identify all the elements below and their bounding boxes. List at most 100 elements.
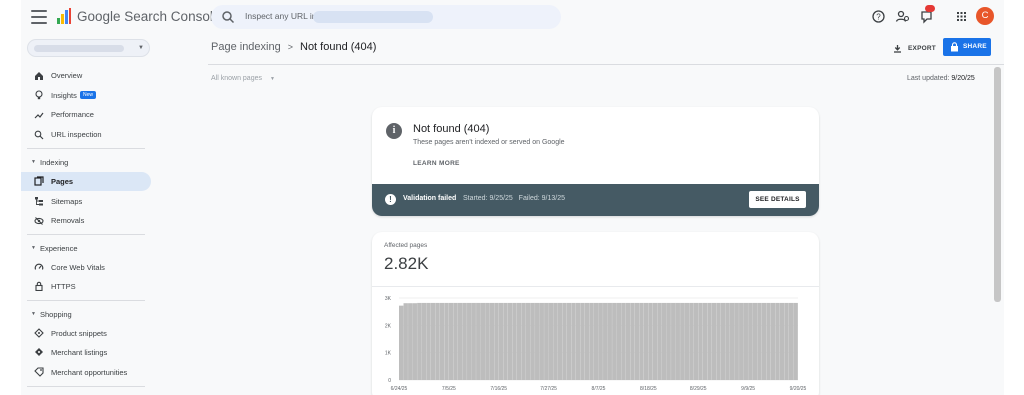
chart-bar[interactable]: [770, 302, 776, 380]
chart-bar[interactable]: [521, 302, 526, 380]
chart-bar[interactable]: [589, 302, 594, 380]
chart-bar[interactable]: [711, 302, 717, 380]
chart-bar[interactable]: [535, 302, 540, 380]
chart-bar[interactable]: [575, 302, 581, 380]
search-input[interactable]: Inspect any URL in: [245, 11, 317, 21]
chart-bar[interactable]: [421, 302, 427, 380]
sidebar-item-core-web-vitals[interactable]: Core Web Vitals: [21, 258, 151, 277]
chart-bar[interactable]: [625, 302, 631, 380]
chart-bar[interactable]: [430, 302, 436, 380]
chart-bar[interactable]: [489, 302, 495, 380]
chart-bar[interactable]: [675, 302, 680, 380]
chart-bar[interactable]: [671, 302, 676, 380]
chart-bar[interactable]: [453, 302, 458, 380]
chart-bar[interactable]: [598, 302, 603, 380]
chart-bar[interactable]: [698, 302, 703, 380]
chart-bar[interactable]: [412, 303, 417, 380]
chart-bar[interactable]: [399, 305, 404, 380]
chart-bar[interactable]: [748, 302, 753, 380]
chart-bar[interactable]: [525, 302, 531, 380]
chart-bar[interactable]: [716, 302, 721, 380]
sidebar-item-https[interactable]: HTTPS: [21, 277, 151, 296]
chart-bar[interactable]: [494, 302, 499, 380]
apps-grid-icon[interactable]: [954, 9, 969, 24]
chart-bar[interactable]: [417, 302, 422, 380]
chart-bar[interactable]: [680, 302, 685, 380]
sidebar-item-merchant-listings[interactable]: Merchant listings: [21, 343, 151, 362]
chart-bar[interactable]: [553, 302, 558, 380]
see-details-button[interactable]: SEE DETAILS: [749, 191, 806, 208]
chart-bar[interactable]: [607, 302, 612, 380]
chart-bar[interactable]: [557, 302, 563, 380]
chart-bar[interactable]: [621, 302, 626, 380]
chart-bar[interactable]: [584, 302, 590, 380]
section-experience[interactable]: ▼ Experience: [21, 241, 151, 255]
chart-bar[interactable]: [516, 302, 522, 380]
chart-bar[interactable]: [408, 303, 413, 380]
chart-bar[interactable]: [503, 302, 508, 380]
url-inspect-search[interactable]: Inspect any URL in: [211, 5, 561, 29]
chart-bar[interactable]: [435, 302, 440, 380]
chart-bar[interactable]: [603, 302, 608, 380]
chart-bar[interactable]: [652, 302, 658, 380]
sidebar-item-insights[interactable]: Insights New: [21, 86, 151, 105]
chart-bar[interactable]: [666, 302, 671, 380]
scrollbar[interactable]: [994, 67, 1001, 302]
menu-icon[interactable]: [31, 10, 47, 24]
chart-bar[interactable]: [743, 302, 748, 380]
chart-bar[interactable]: [480, 302, 485, 380]
chart-bar[interactable]: [788, 302, 794, 380]
chart-bar[interactable]: [548, 302, 554, 380]
chart-bar[interactable]: [657, 302, 662, 380]
chart-bar[interactable]: [476, 302, 481, 380]
chart-bar[interactable]: [485, 302, 490, 380]
section-indexing[interactable]: ▼ Indexing: [21, 155, 151, 169]
chart-bar[interactable]: [580, 302, 585, 380]
chart-bar[interactable]: [566, 302, 572, 380]
chart-bar[interactable]: [648, 302, 653, 380]
chart-bar[interactable]: [562, 302, 567, 380]
chart-bar[interactable]: [643, 302, 649, 380]
chart-bar[interactable]: [498, 302, 504, 380]
manage-users-icon[interactable]: [895, 9, 910, 24]
chart-bar[interactable]: [757, 302, 762, 380]
chart-bar[interactable]: [539, 302, 544, 380]
chart-bar[interactable]: [689, 302, 694, 380]
chart-bar[interactable]: [544, 302, 549, 380]
chart-bar[interactable]: [752, 302, 758, 380]
section-shopping[interactable]: ▼ Shopping: [21, 307, 151, 321]
chart-bar[interactable]: [403, 303, 408, 380]
chart-bar[interactable]: [693, 302, 699, 380]
pages-filter-dropdown[interactable]: All known pages ▼: [211, 75, 275, 82]
chart-bar[interactable]: [793, 302, 798, 380]
chart-bar[interactable]: [467, 302, 472, 380]
chart-bar[interactable]: [784, 302, 789, 380]
chart-bar[interactable]: [439, 302, 445, 380]
learn-more-link[interactable]: LEARN MORE: [413, 160, 460, 167]
chart-bar[interactable]: [720, 302, 726, 380]
sidebar-item-merchant-opportunities[interactable]: Merchant opportunities: [21, 363, 151, 382]
property-selector[interactable]: ▼: [27, 39, 150, 57]
chart-bar[interactable]: [426, 302, 431, 380]
chart-bar[interactable]: [734, 302, 739, 380]
sidebar-item-product-snippets[interactable]: Product snippets: [21, 324, 151, 343]
breadcrumb-parent-link[interactable]: Page indexing: [211, 41, 281, 53]
chart-bar[interactable]: [707, 302, 712, 380]
sidebar-item-overview[interactable]: Overview: [21, 66, 151, 85]
chart-bar[interactable]: [725, 302, 730, 380]
chart-bar[interactable]: [775, 302, 780, 380]
avatar[interactable]: C: [976, 7, 994, 25]
chart-bar[interactable]: [684, 302, 690, 380]
chart-bar[interactable]: [457, 302, 463, 380]
chart-bar[interactable]: [444, 302, 449, 380]
sidebar-item-url-inspection[interactable]: URL inspection: [21, 125, 151, 144]
sidebar-item-removals[interactable]: Removals: [21, 211, 151, 230]
chart-bar[interactable]: [702, 302, 708, 380]
chart-bar[interactable]: [616, 302, 622, 380]
chart-bar[interactable]: [779, 302, 785, 380]
sidebar-item-pages[interactable]: Pages: [21, 172, 151, 191]
chart-bar[interactable]: [634, 302, 640, 380]
chart-bar[interactable]: [639, 302, 644, 380]
chart-bar[interactable]: [593, 302, 599, 380]
chart-bar[interactable]: [530, 302, 535, 380]
